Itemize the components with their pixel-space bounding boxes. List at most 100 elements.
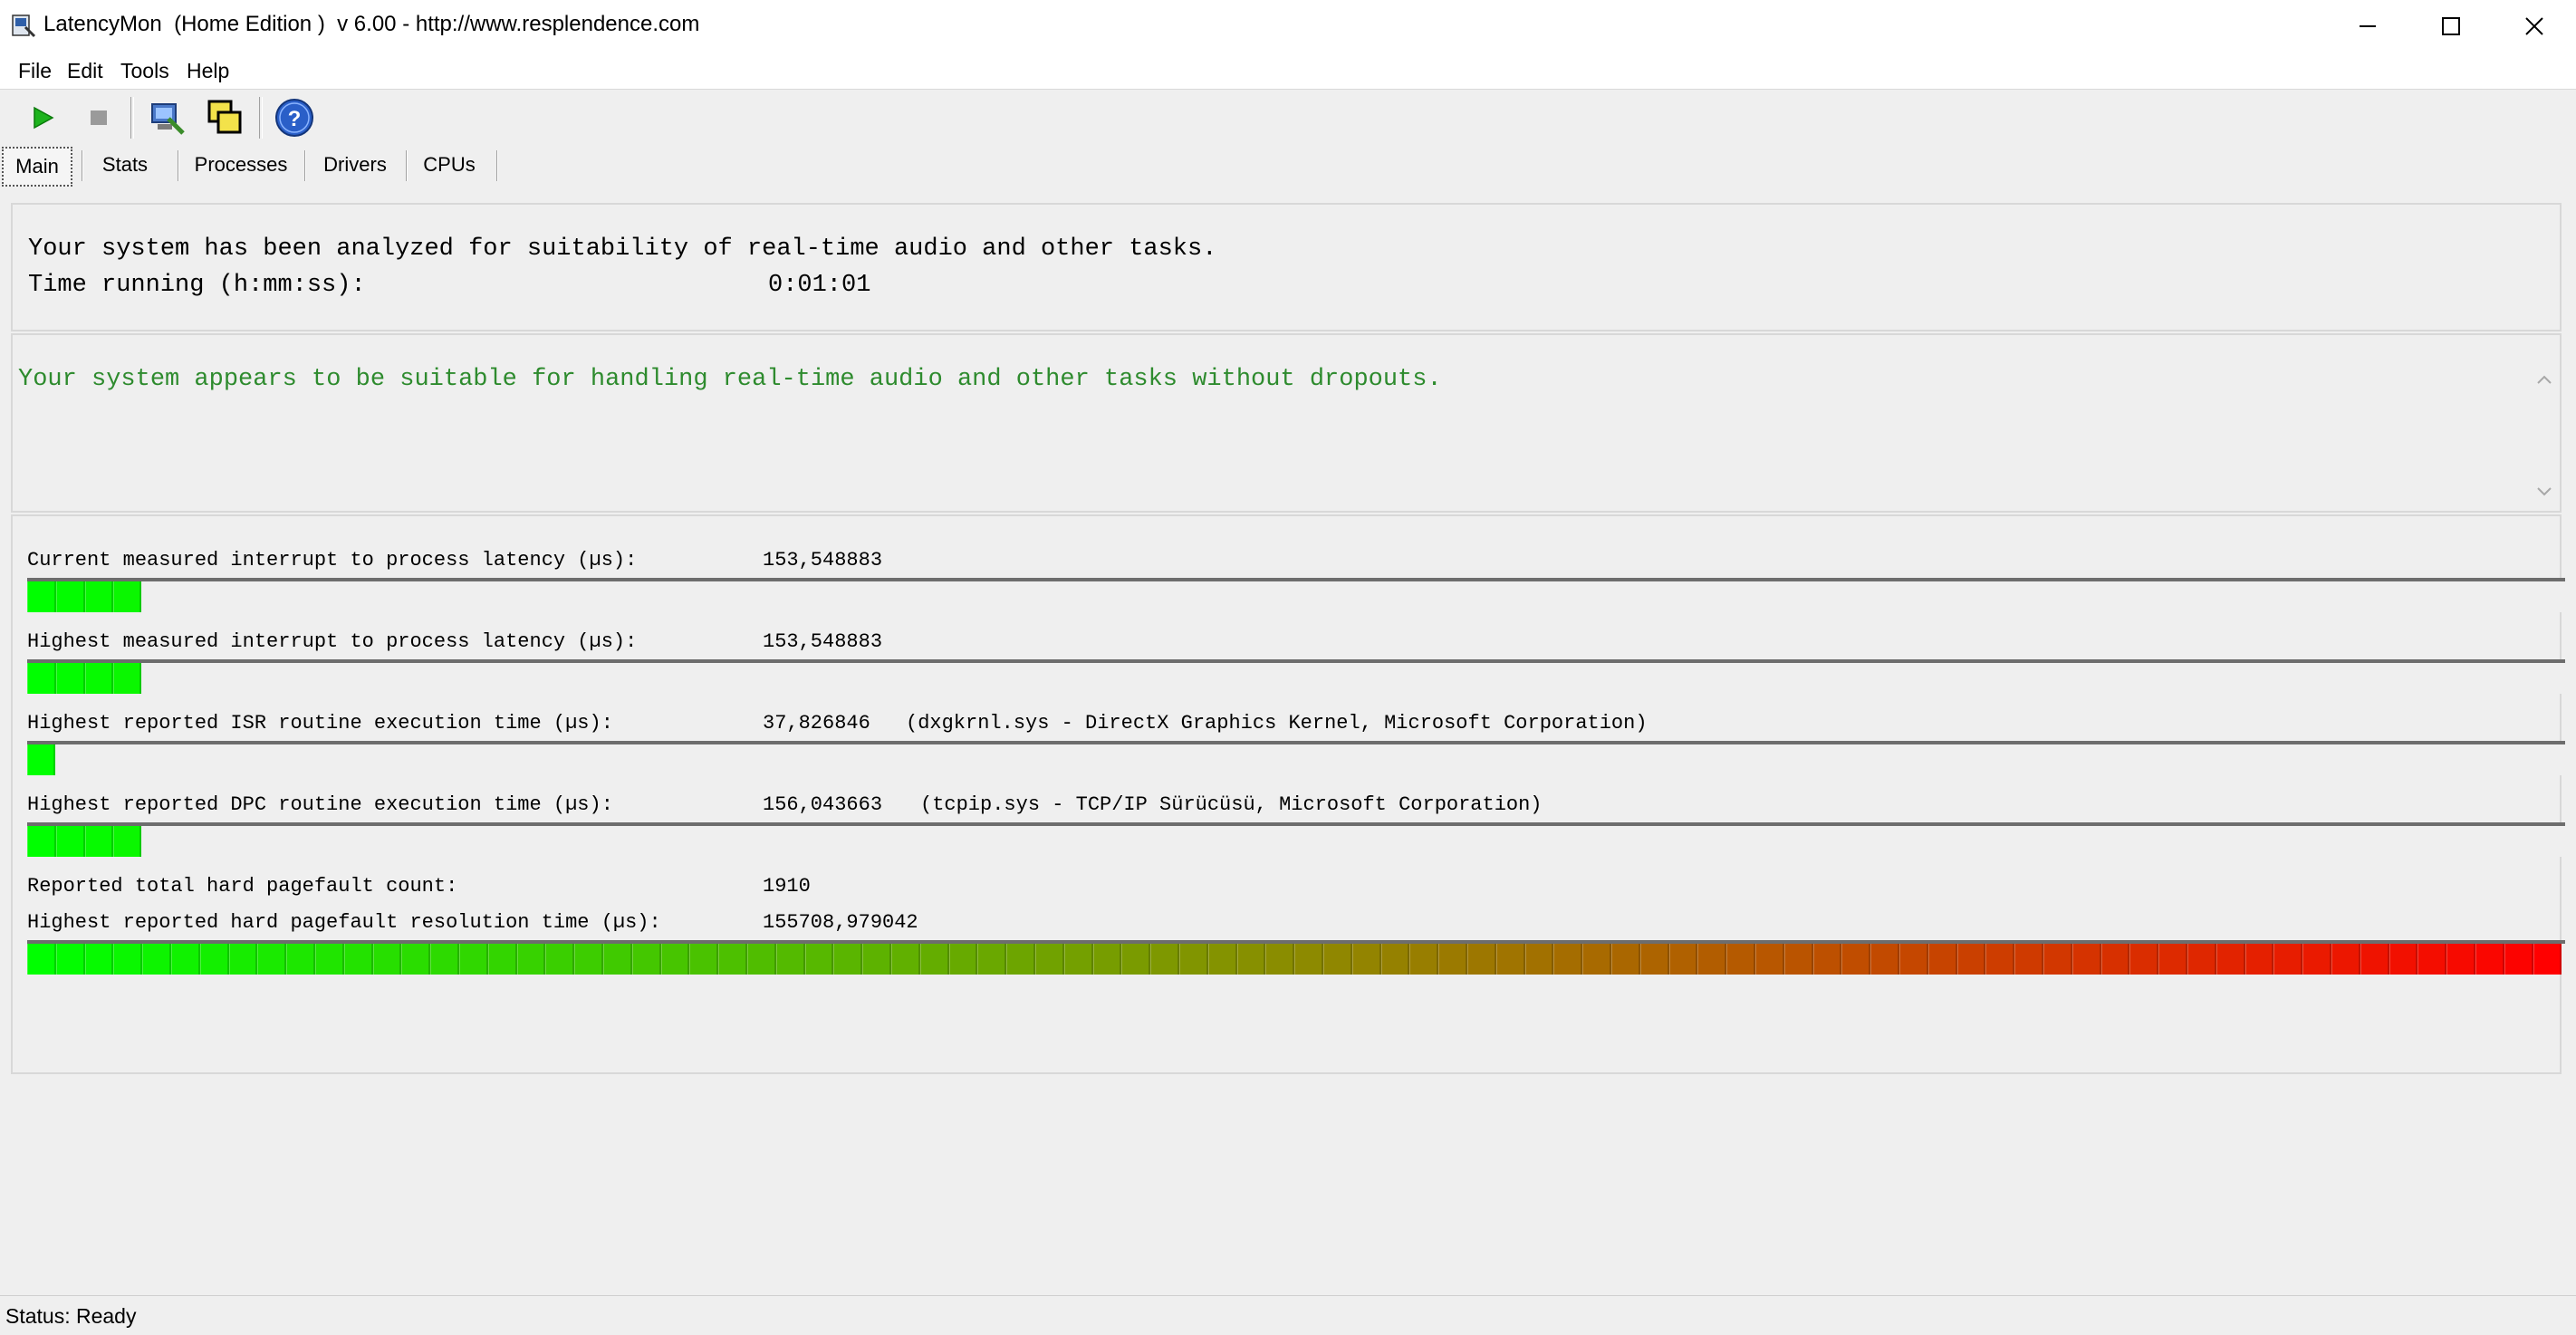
tab-stats[interactable]: Stats: [87, 147, 163, 183]
status-text: Status: Ready: [5, 1304, 137, 1328]
tab-processes[interactable]: Processes: [185, 147, 297, 183]
bar-segment: [27, 826, 56, 857]
bar-segment: [1870, 944, 1899, 975]
close-button[interactable]: [2493, 0, 2576, 53]
bar-segment: [430, 944, 459, 975]
bar-segment: [55, 826, 85, 857]
title-bar: LatencyMon (Home Edition ) v 6.00 - http…: [0, 0, 2576, 53]
bar-segment: [1265, 944, 1295, 975]
scroll-up-icon[interactable]: [2531, 366, 2558, 393]
menu-tools[interactable]: Tools: [120, 59, 169, 83]
bar-segment: [1783, 944, 1813, 975]
bar-segment: [1812, 944, 1842, 975]
bar-segment: [631, 944, 661, 975]
start-icon: [34, 106, 54, 130]
metric-value: 156,043663: [763, 793, 883, 816]
bar-segment: [718, 944, 747, 975]
menu-file[interactable]: File: [18, 59, 52, 83]
bar-segment: [2331, 944, 2360, 975]
bar-segment: [1236, 944, 1266, 975]
window-title: LatencyMon (Home Edition ) v 6.00 - http…: [43, 12, 700, 36]
bar-segment: [2533, 944, 2562, 975]
tab-drivers-label: Drivers: [323, 153, 387, 176]
bar-segment: [315, 944, 344, 975]
bar-segment: [1726, 944, 1755, 975]
maximize-button[interactable]: [2409, 0, 2493, 53]
bar-segment: [1294, 944, 1323, 975]
bar-segment: [113, 826, 142, 857]
bar-segment: [1639, 944, 1669, 975]
menu-edit[interactable]: Edit: [67, 59, 103, 83]
tab-separator: [406, 150, 408, 181]
bar-segment: [228, 944, 258, 975]
metric-value: 153,548883: [763, 549, 883, 571]
bar-segment: [2446, 944, 2475, 975]
bar-segment: [862, 944, 891, 975]
bar-segment: [487, 944, 517, 975]
verdict-panel: Your system appears to be suitable for h…: [11, 333, 2562, 513]
bar-segment: [1495, 944, 1525, 975]
bar-segment: [1841, 944, 1871, 975]
tools-button[interactable]: [145, 95, 190, 140]
tab-separator: [82, 150, 83, 181]
menu-help[interactable]: Help: [187, 59, 229, 83]
tab-main[interactable]: Main: [2, 147, 72, 187]
verdict-scrollbar[interactable]: [2531, 335, 2558, 511]
bar-segment: [1063, 944, 1093, 975]
latency-bar: [27, 822, 2565, 857]
bar-segment: [459, 944, 488, 975]
bar-segment: [27, 744, 55, 775]
bar-segment: [2504, 944, 2533, 975]
scroll-down-icon[interactable]: [2531, 478, 2558, 505]
bar-segment: [55, 581, 85, 612]
bar-segment: [113, 581, 142, 612]
bar-segment: [2100, 944, 2130, 975]
status-bar: Status: Ready: [0, 1295, 2576, 1335]
pagefault-time-value: 155708,979042: [763, 911, 918, 934]
bar-segment: [1121, 944, 1151, 975]
bar-segment: [1150, 944, 1179, 975]
bar-segment: [372, 944, 402, 975]
bar-segment: [142, 944, 171, 975]
bar-segment: [2417, 944, 2447, 975]
analysis-summary-text: Your system has been analyzed for suitab…: [28, 235, 1217, 263]
metric-driver-detail: (dxgkrnl.sys - DirectX Graphics Kernel, …: [906, 712, 1648, 735]
pagefault-bar-fill: [27, 944, 2565, 975]
metric-label: Highest reported ISR routine execution t…: [27, 712, 613, 735]
tab-separator: [178, 150, 179, 181]
bar-segment: [27, 581, 56, 612]
bar-segment: [113, 944, 143, 975]
bar-segment: [2273, 944, 2303, 975]
bar-segment: [1323, 944, 1352, 975]
computer-tools-icon: [151, 103, 185, 135]
minimize-button[interactable]: [2326, 0, 2409, 53]
bar-segment: [2302, 944, 2331, 975]
bar-segment: [2014, 944, 2043, 975]
bar-segment: [2043, 944, 2072, 975]
tab-cpus[interactable]: CPUs: [413, 147, 485, 183]
bar-segment: [2244, 944, 2274, 975]
latency-bar: [27, 741, 2565, 775]
bar-segment: [2129, 944, 2159, 975]
menu-bar: File Edit Tools Help: [0, 53, 2576, 90]
bar-segment: [1927, 944, 1957, 975]
bar-segment: [1668, 944, 1698, 975]
bar-segment: [84, 581, 114, 612]
bar-segment: [401, 944, 431, 975]
windows-button[interactable]: [203, 95, 248, 140]
help-button[interactable]: ?: [272, 95, 317, 140]
tab-main-label: Main: [15, 155, 59, 178]
minimize-icon: [2360, 25, 2376, 27]
bar-segment: [286, 944, 315, 975]
bar-segment: [1380, 944, 1410, 975]
bar-segment: [747, 944, 776, 975]
latency-bar-fill: [27, 581, 142, 612]
bar-segment: [84, 663, 114, 694]
bar-segment: [1035, 944, 1064, 975]
bar-segment: [660, 944, 690, 975]
stop-button[interactable]: [76, 95, 121, 140]
start-button[interactable]: [20, 95, 65, 140]
pagefault-bar: [27, 940, 2565, 975]
tab-drivers[interactable]: Drivers: [312, 147, 399, 183]
time-running-value: 0:01:01: [768, 272, 871, 299]
